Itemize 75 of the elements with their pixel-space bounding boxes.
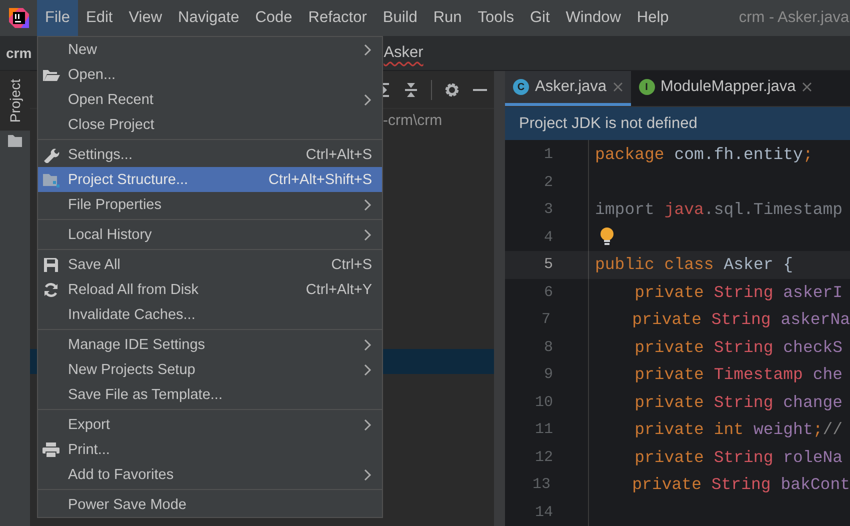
editor-tab[interactable]: C Asker.java: [505, 71, 631, 106]
menu-item[interactable]: Help: [628, 0, 677, 36]
menu-item[interactable]: Settings... Ctrl+Alt+S: [38, 142, 382, 167]
breadcrumb-item[interactable]: Asker: [384, 44, 424, 62]
line-number: 7: [540, 311, 551, 328]
app-logo-icon: [8, 7, 30, 29]
menu-item[interactable]: Git: [522, 0, 558, 36]
menu-item[interactable]: New Projects Setup: [38, 357, 382, 382]
menu-item[interactable]: Build: [374, 0, 426, 36]
folder-icon[interactable]: [8, 134, 22, 147]
menu-item[interactable]: Local History: [38, 222, 382, 247]
menu-item[interactable]: Code: [247, 0, 300, 36]
menu-item[interactable]: Open...: [38, 62, 382, 87]
line-number: 10: [534, 394, 553, 411]
reload-icon: [42, 282, 60, 298]
menu-item[interactable]: Add to Favorites: [38, 462, 382, 487]
menu-item[interactable]: Reload All from Disk Ctrl+Alt+Y: [38, 277, 382, 302]
menu-item[interactable]: Project Structure... Ctrl+Alt+Shift+S: [38, 167, 382, 192]
menu-item[interactable]: File Properties: [38, 192, 382, 217]
code-line: private String roleNa: [634, 448, 843, 467]
collapse-all-icon[interactable]: [403, 82, 419, 98]
line-number: 6: [542, 284, 553, 301]
code-line: private String askerI: [634, 282, 843, 302]
menu-item[interactable]: Power Save Mode: [38, 492, 382, 517]
line-number: 9: [542, 366, 553, 384]
tool-window-tab[interactable]: Project: [0, 71, 30, 131]
line-number: 14: [534, 504, 553, 521]
wrench-icon: [42, 146, 60, 162]
line-number: 12: [534, 448, 553, 466]
menu-item[interactable]: Close Project: [38, 112, 382, 137]
printer-icon: [42, 442, 60, 458]
breadcrumb-item[interactable]: crm: [6, 45, 32, 61]
line-number: 1: [542, 146, 553, 164]
line-number: 11: [534, 421, 553, 438]
menu-item[interactable]: Window: [558, 0, 629, 36]
menu-item[interactable]: View: [120, 0, 170, 36]
code-line: public class Asker {: [594, 255, 794, 274]
menu-item[interactable]: Print...: [38, 437, 382, 462]
line-number: 2: [542, 174, 553, 191]
menu-item[interactable]: Save File as Template...: [38, 382, 382, 407]
folder-grid-icon: [42, 172, 60, 188]
code-line: private String checkS: [634, 338, 843, 357]
menu-item[interactable]: Invalidate Caches...: [38, 302, 382, 327]
menu-item[interactable]: Refactor: [300, 0, 375, 36]
menu-item[interactable]: New: [38, 37, 382, 62]
code-line: private String askerNa: [631, 310, 850, 330]
line-number: 4: [542, 228, 553, 246]
menu-item[interactable]: Open Recent: [38, 87, 382, 112]
close-icon[interactable]: [612, 82, 623, 92]
notification-banner: Project JDK is not defined: [505, 107, 850, 140]
code-line: package com.fh.entity;: [594, 145, 813, 164]
line-number: 5: [542, 256, 553, 274]
line-number: 3: [542, 201, 553, 218]
menu-item[interactable]: Edit: [78, 0, 121, 36]
menu-item[interactable]: Tools: [470, 0, 522, 36]
close-icon[interactable]: [802, 82, 812, 92]
editor-tab[interactable]: I ModuleMapper.java: [630, 71, 820, 106]
code-line: private String change: [634, 392, 843, 412]
code-line: private Timestamp che: [634, 365, 843, 384]
menu-item[interactable]: File: [37, 0, 78, 36]
code-line: import java.sql.Timestamp: [594, 200, 843, 220]
scrollbar[interactable]: [494, 71, 505, 526]
code-line: private String bakCont: [631, 475, 850, 494]
menu-item[interactable]: Export: [38, 412, 382, 437]
project-path: -crm\crm: [383, 112, 444, 129]
lightbulb-icon[interactable]: [599, 227, 615, 248]
line-number: 8: [542, 338, 553, 356]
settings-icon[interactable]: [444, 82, 460, 98]
menu-item[interactable]: Save All Ctrl+S: [38, 252, 382, 277]
code-line: private int weight;//: [634, 420, 843, 440]
menu-item[interactable]: Navigate: [170, 0, 248, 36]
line-number: 13: [532, 476, 551, 494]
menu-item[interactable]: Manage IDE Settings: [38, 332, 382, 357]
window-title: crm - Asker.java: [738, 9, 850, 27]
menu-item[interactable]: Run: [425, 0, 470, 36]
